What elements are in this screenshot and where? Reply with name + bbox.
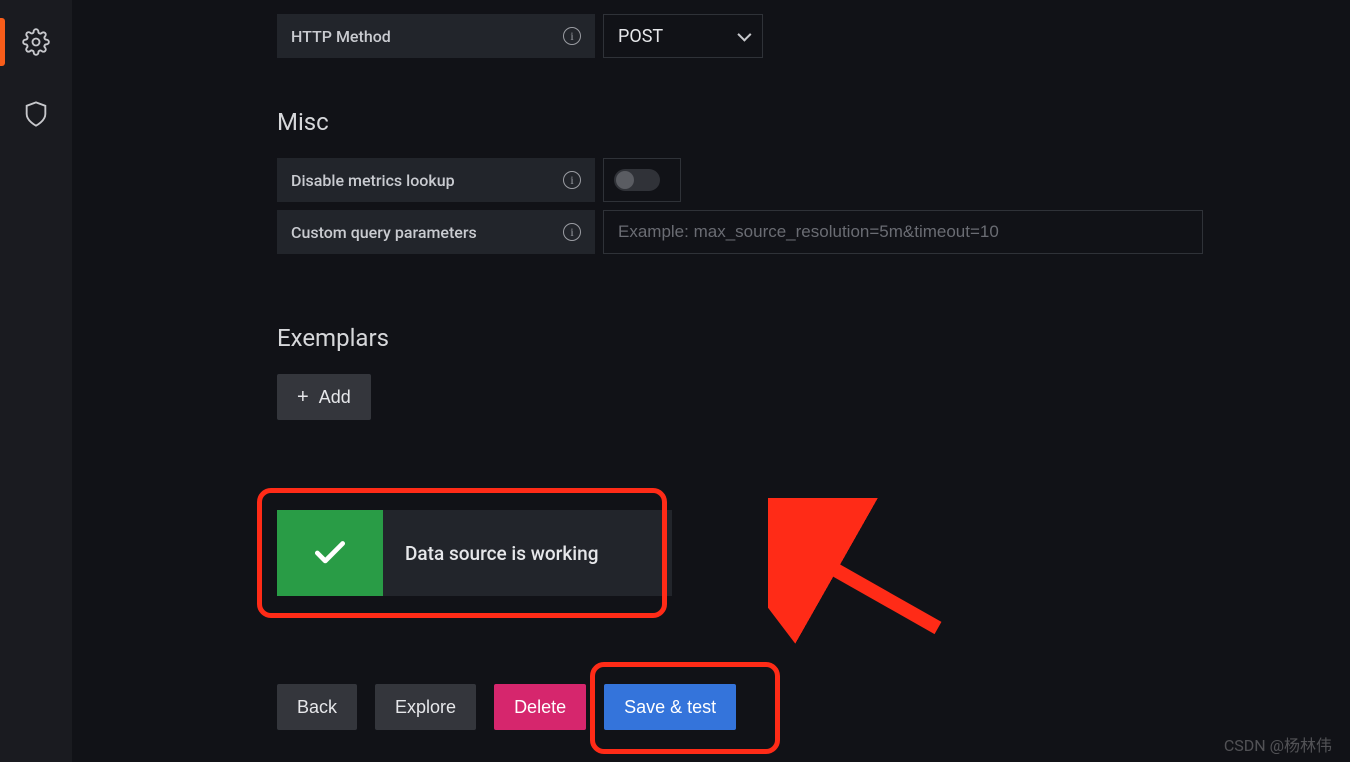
custom-query-input[interactable]: [603, 210, 1203, 254]
sidebar-item-shield[interactable]: [0, 90, 72, 138]
info-icon[interactable]: i: [563, 171, 581, 189]
save-test-label: Save & test: [624, 697, 716, 718]
alert-container: Data source is working: [277, 510, 672, 596]
watermark: CSDN @杨林伟: [1224, 732, 1332, 756]
sidebar-item-settings[interactable]: [0, 18, 72, 66]
back-button[interactable]: Back: [277, 684, 357, 730]
info-icon[interactable]: i: [563, 27, 581, 45]
toggle-thumb: [616, 171, 634, 189]
label-text: Custom query parameters: [291, 223, 477, 242]
main-content: HTTP Method i POST Misc Disable metrics …: [72, 0, 1350, 762]
back-label: Back: [297, 697, 337, 718]
gear-icon: [22, 28, 50, 56]
delete-button[interactable]: Delete: [494, 684, 586, 730]
add-label: Add: [319, 387, 351, 408]
disable-metrics-label: Disable metrics lookup i: [277, 158, 595, 202]
explore-label: Explore: [395, 697, 456, 718]
toggle-track: [614, 169, 660, 191]
save-test-button[interactable]: Save & test: [604, 684, 736, 730]
sidebar: [0, 0, 72, 762]
exemplars-heading: Exemplars: [277, 324, 1350, 352]
delete-label: Delete: [514, 697, 566, 718]
http-method-row: HTTP Method i POST: [277, 14, 1350, 58]
disable-metrics-row: Disable metrics lookup i: [277, 158, 1350, 202]
success-alert: Data source is working: [277, 510, 672, 596]
select-value: POST: [618, 26, 663, 47]
success-icon-box: [277, 510, 383, 596]
plus-icon: +: [297, 386, 309, 409]
explore-button[interactable]: Explore: [375, 684, 476, 730]
alert-message: Data source is working: [383, 510, 620, 596]
action-button-row: Back Explore Delete Save & test: [277, 684, 1350, 730]
custom-query-row: Custom query parameters i: [277, 210, 1350, 254]
info-icon[interactable]: i: [563, 223, 581, 241]
http-method-select[interactable]: POST: [603, 14, 763, 58]
misc-heading: Misc: [277, 108, 1350, 136]
arrow-annotation: [768, 498, 958, 648]
add-button[interactable]: + Add: [277, 374, 371, 420]
label-text: Disable metrics lookup: [291, 171, 455, 190]
chevron-down-icon: [737, 28, 751, 42]
label-text: HTTP Method: [291, 27, 391, 46]
http-method-label: HTTP Method i: [277, 14, 595, 58]
disable-metrics-toggle[interactable]: [603, 158, 681, 202]
custom-query-label: Custom query parameters i: [277, 210, 595, 254]
shield-icon: [22, 100, 50, 128]
check-icon: [311, 534, 349, 572]
